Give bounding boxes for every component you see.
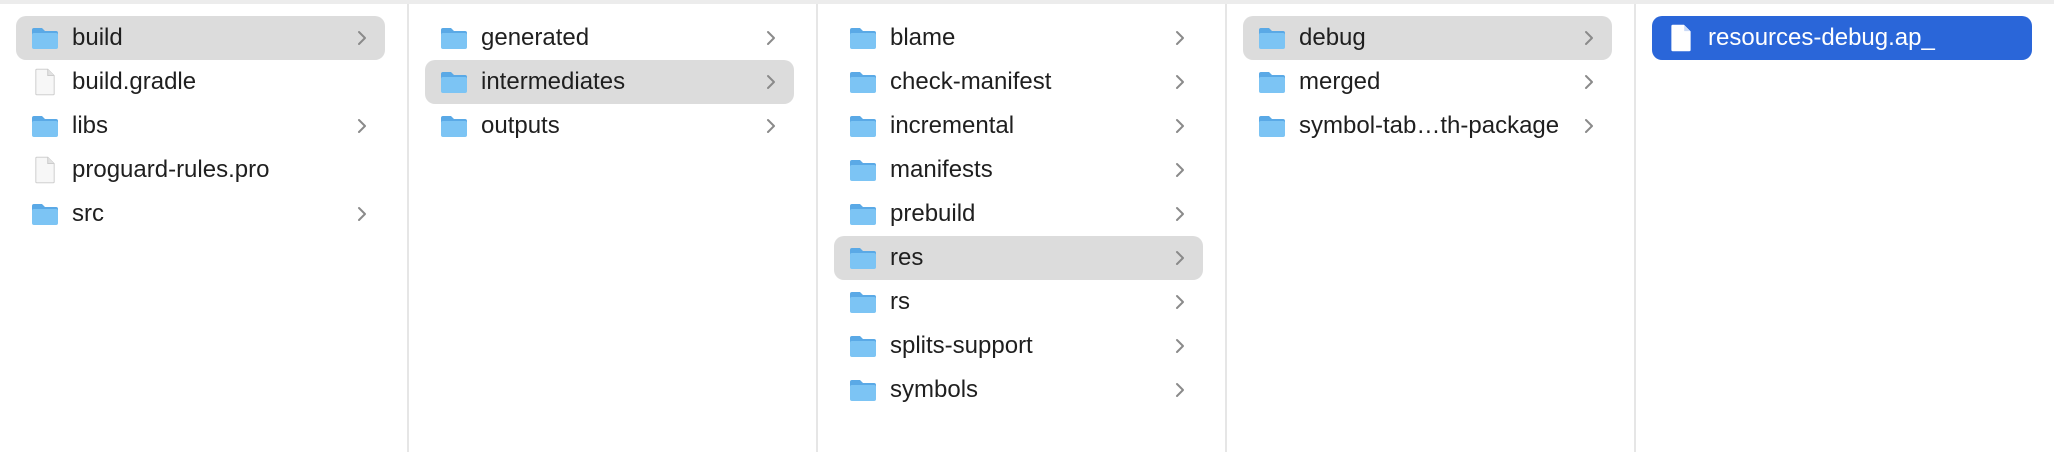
folder-row-debug[interactable]: debug [1243, 16, 1612, 60]
item-label: rs [890, 288, 910, 315]
item-label: build [72, 24, 123, 51]
file-icon [30, 67, 60, 97]
folder-icon [30, 23, 60, 53]
folder-row-merged[interactable]: merged [1243, 60, 1612, 104]
chevron-right-icon [1169, 247, 1191, 269]
chevron-right-icon [1578, 71, 1600, 93]
folder-icon [848, 23, 878, 53]
chevron-right-icon [351, 203, 373, 225]
item-label: res [890, 244, 924, 271]
folder-icon [439, 67, 469, 97]
column-browser: build build.gradle libs proguard-rules.pro s… [0, 0, 2054, 452]
folder-row-outputs[interactable]: outputs [425, 104, 794, 148]
chevron-right-icon [1169, 379, 1191, 401]
folder-row-symbol-tab-th-package[interactable]: symbol-tab…th-package [1243, 104, 1612, 148]
item-label: symbol-tab…th-package [1299, 112, 1560, 139]
chevron-right-icon [1169, 291, 1191, 313]
folder-icon [848, 375, 878, 405]
browser-column-2[interactable]: generated intermediates outputs [409, 4, 818, 452]
item-label: build.gradle [72, 68, 197, 95]
folder-icon [848, 155, 878, 185]
file-icon [30, 155, 60, 185]
folder-icon [848, 199, 878, 229]
item-label: generated [481, 24, 590, 51]
chevron-right-icon [1169, 71, 1191, 93]
folder-row-check-manifest[interactable]: check-manifest [834, 60, 1203, 104]
chevron-right-icon [760, 115, 782, 137]
item-label: intermediates [481, 68, 626, 95]
browser-column-5[interactable]: resources-debug.ap_ [1636, 4, 2054, 452]
item-label: splits-support [890, 332, 1033, 359]
folder-row-libs[interactable]: libs [16, 104, 385, 148]
chevron-right-icon [1169, 203, 1191, 225]
folder-row-splits-support[interactable]: splits-support [834, 324, 1203, 368]
chevron-right-icon [1169, 159, 1191, 181]
item-label: resources-debug.ap_ [1708, 24, 1935, 51]
chevron-right-icon [1578, 27, 1600, 49]
folder-row-res[interactable]: res [834, 236, 1203, 280]
folder-icon [1257, 111, 1287, 141]
chevron-right-icon [1169, 27, 1191, 49]
folder-row-generated[interactable]: generated [425, 16, 794, 60]
folder-row-symbols[interactable]: symbols [834, 368, 1203, 412]
chevron-right-icon [1169, 335, 1191, 357]
chevron-right-icon [1169, 115, 1191, 137]
item-label: check-manifest [890, 68, 1052, 95]
folder-row-src[interactable]: src [16, 192, 385, 236]
item-label: incremental [890, 112, 1015, 139]
folder-icon [30, 111, 60, 141]
folder-icon [30, 199, 60, 229]
folder-icon [439, 111, 469, 141]
item-label: merged [1299, 68, 1381, 95]
item-label: symbols [890, 376, 979, 403]
file-icon [1666, 23, 1696, 53]
folder-row-blame[interactable]: blame [834, 16, 1203, 60]
folder-row-prebuild[interactable]: prebuild [834, 192, 1203, 236]
item-label: prebuild [890, 200, 976, 227]
chevron-right-icon [760, 71, 782, 93]
chevron-right-icon [351, 27, 373, 49]
folder-row-rs[interactable]: rs [834, 280, 1203, 324]
folder-icon [848, 287, 878, 317]
item-label: manifests [890, 156, 993, 183]
file-row-proguard-rules-pro[interactable]: proguard-rules.pro [16, 148, 385, 192]
folder-row-incremental[interactable]: incremental [834, 104, 1203, 148]
item-label: debug [1299, 24, 1366, 51]
folder-row-manifests[interactable]: manifests [834, 148, 1203, 192]
file-row-resources-debug-ap[interactable]: resources-debug.ap_ [1652, 16, 2032, 60]
browser-column-3[interactable]: blame check-manifest incremental manifests p… [818, 4, 1227, 452]
chevron-right-icon [351, 115, 373, 137]
item-label: proguard-rules.pro [72, 156, 270, 183]
chevron-right-icon [1578, 115, 1600, 137]
folder-row-intermediates[interactable]: intermediates [425, 60, 794, 104]
folder-icon [848, 243, 878, 273]
folder-icon [439, 23, 469, 53]
folder-icon [848, 331, 878, 361]
folder-icon [848, 111, 878, 141]
folder-row-build[interactable]: build [16, 16, 385, 60]
folder-icon [1257, 67, 1287, 97]
file-row-build-gradle[interactable]: build.gradle [16, 60, 385, 104]
browser-column-4[interactable]: debug merged symbol-tab…th-package [1227, 4, 1636, 452]
browser-column-1[interactable]: build build.gradle libs proguard-rules.pro s… [0, 4, 409, 452]
item-label: libs [72, 112, 109, 139]
item-label: src [72, 200, 104, 227]
item-label: outputs [481, 112, 560, 139]
chevron-right-icon [760, 27, 782, 49]
item-label: blame [890, 24, 956, 51]
folder-icon [1257, 23, 1287, 53]
folder-icon [848, 67, 878, 97]
